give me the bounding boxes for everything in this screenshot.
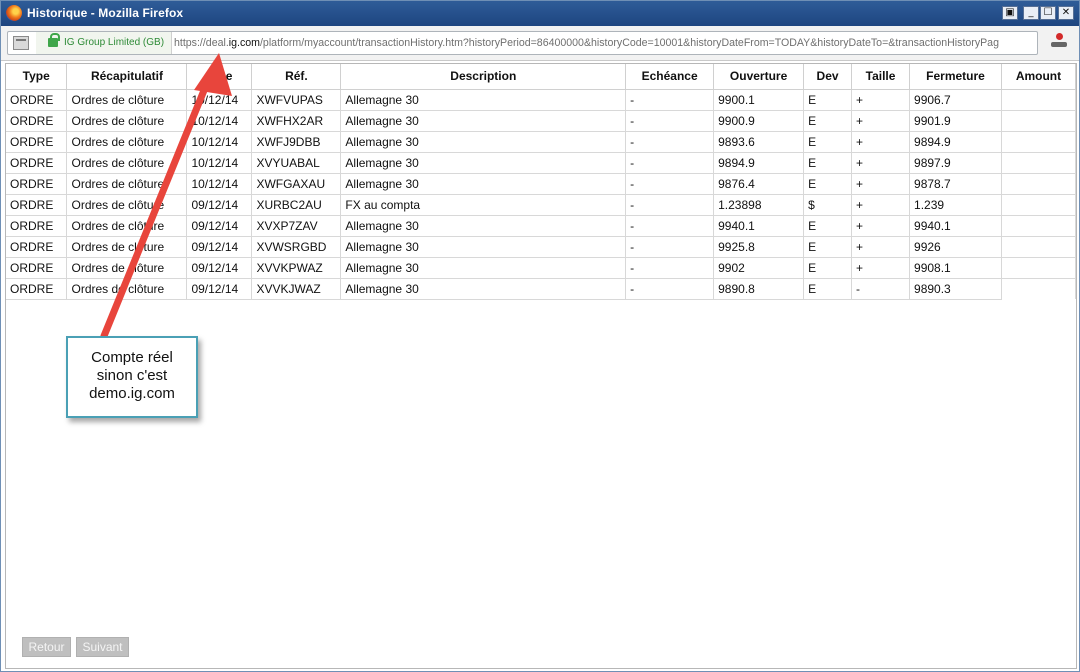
callout-line: sinon c'est <box>96 367 168 384</box>
callout-line: demo.ig.com <box>89 385 175 402</box>
callout-line: Compte réel <box>91 349 173 366</box>
browser-window: Historique - Mozilla Firefox ▣ _ ☐ ✕ IG … <box>0 0 1080 672</box>
annotation-callout: Compte réel sinon c'est demo.ig.com <box>66 336 198 418</box>
